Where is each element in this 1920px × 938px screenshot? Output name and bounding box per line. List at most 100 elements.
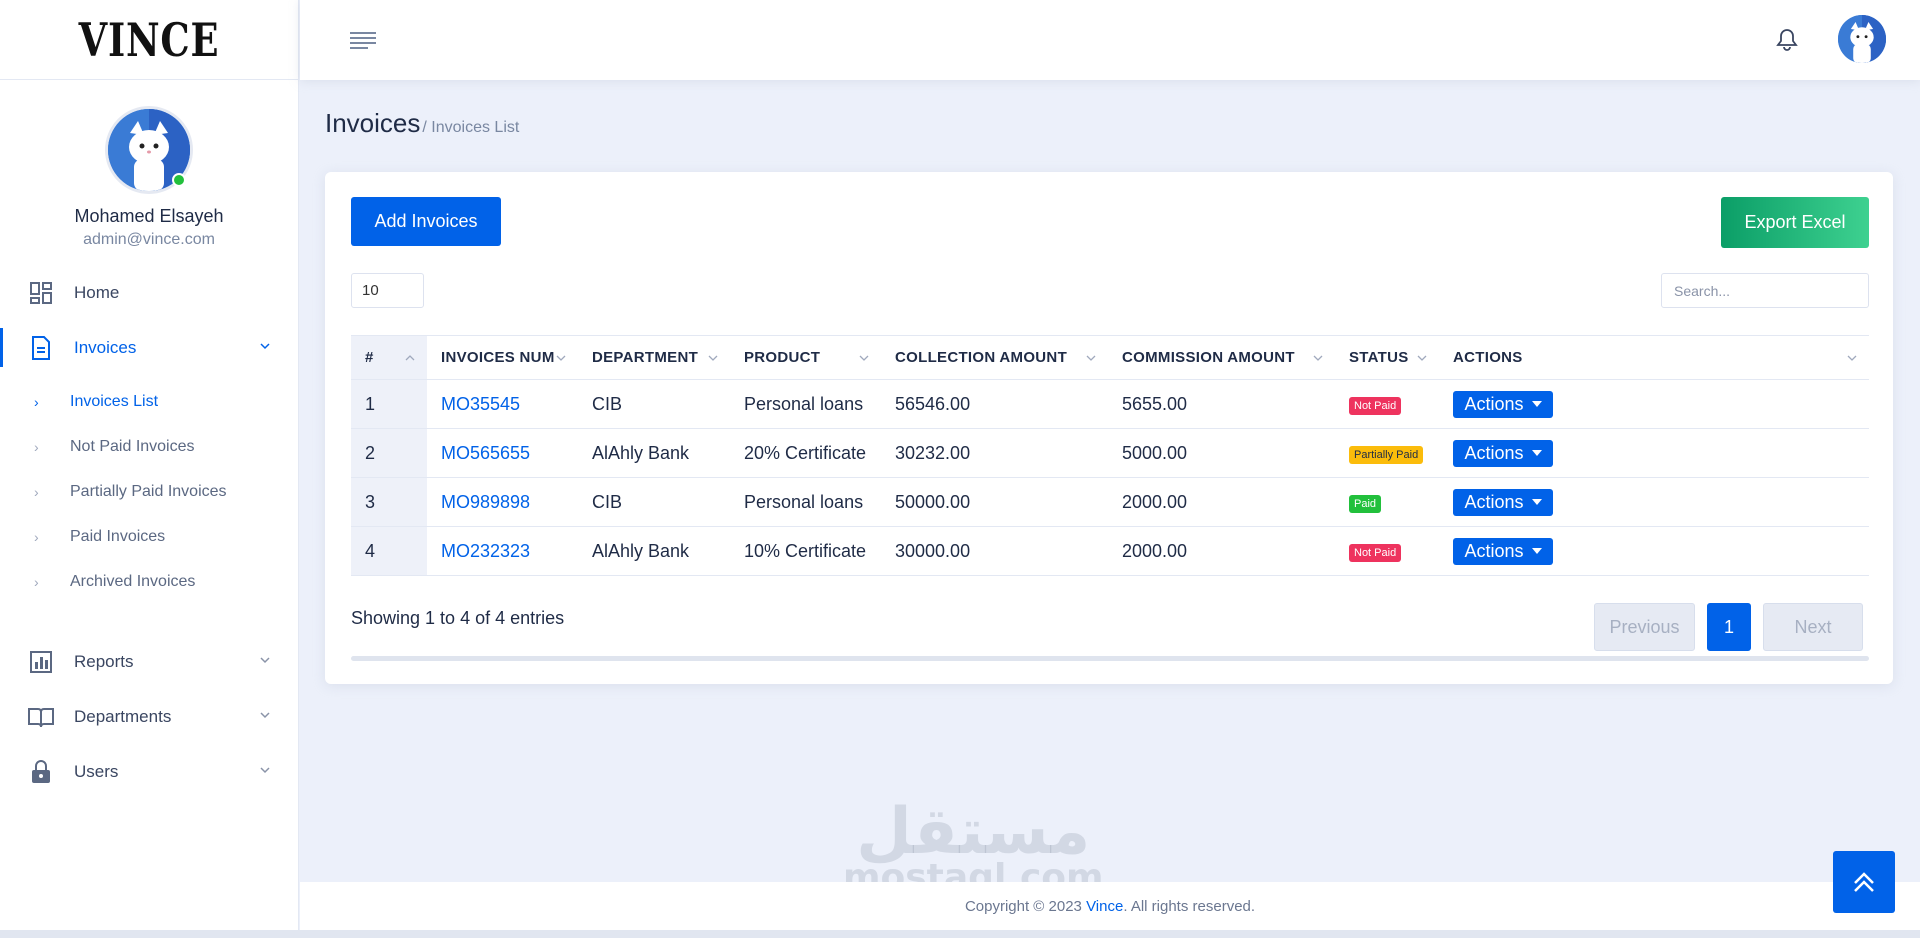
sidebar-subitem-archived[interactable]: › Archived Invoices [0, 559, 298, 604]
invoice-link[interactable]: MO35545 [441, 394, 520, 414]
horizontal-scrollbar[interactable] [351, 656, 1869, 661]
cell-invoice-num: MO35545 [427, 379, 578, 429]
next-page-button[interactable]: Next [1763, 603, 1863, 651]
notification-bell-icon[interactable] [1776, 28, 1798, 52]
sidebar-item-home[interactable]: Home [0, 265, 298, 320]
chevron-down-icon [260, 657, 270, 664]
column-header-actions[interactable]: ACTIONS [1439, 335, 1869, 380]
cell-invoice-num: MO565655 [427, 428, 578, 478]
hamburger-menu-icon[interactable] [350, 30, 376, 50]
lock-icon [28, 759, 54, 785]
page-title-text: Invoices [325, 108, 421, 138]
invoice-link[interactable]: MO232323 [441, 541, 530, 561]
sort-down-icon [1086, 355, 1096, 361]
profile-name: Mohamed Elsayeh [74, 206, 224, 226]
cell-collection-amount: 30232.00 [881, 428, 1108, 478]
cell-actions: Actions [1439, 526, 1869, 576]
pagination: Previous 1 Next [1594, 603, 1863, 651]
page-length-select[interactable]: 10 [351, 273, 424, 308]
sidebar-subitem-paid[interactable]: › Paid Invoices [0, 514, 298, 559]
cell-invoice-num: MO989898 [427, 477, 578, 527]
status-badge: Partially Paid [1349, 446, 1424, 464]
cat-avatar-icon [1838, 15, 1886, 63]
footer-copyright: Copyright © 2023 [964, 897, 1087, 915]
cell-status: Paid [1335, 477, 1439, 527]
sidebar-subitem-not-paid[interactable]: › Not Paid Invoices [0, 424, 298, 469]
invoice-link[interactable]: MO565655 [441, 443, 530, 463]
invoices-card: Add Invoices Export Excel 10 # INVOICES … [325, 172, 1893, 684]
double-chevron-up-icon [1854, 872, 1874, 892]
invoice-link[interactable]: MO989898 [441, 492, 530, 512]
sidebar-subitem-partially-paid[interactable]: › Partially Paid Invoices [0, 469, 298, 514]
sidebar-subitem-label: Invoices List [70, 392, 159, 410]
actions-dropdown-button[interactable]: Actions [1453, 488, 1553, 516]
column-header-department[interactable]: DEPARTMENT [578, 335, 730, 380]
sort-down-icon [1313, 355, 1323, 361]
cell-collection-amount: 30000.00 [881, 526, 1108, 576]
sidebar-item-users[interactable]: Users [0, 744, 298, 799]
sidebar-subitem-label: Paid Invoices [70, 527, 166, 545]
sidebar-item-label: Invoices [74, 337, 137, 357]
actions-dropdown-button[interactable]: Actions [1453, 537, 1553, 565]
column-header-status[interactable]: STATUS [1335, 335, 1439, 380]
cell-commission-amount: 5000.00 [1108, 428, 1335, 478]
cell-invoice-num: MO232323 [427, 526, 578, 576]
table-row: 3 MO989898 CIB Personal loans 50000.00 2… [351, 477, 1869, 527]
search-input[interactable] [1661, 273, 1869, 308]
status-badge: Not Paid [1349, 544, 1402, 562]
app-logo[interactable]: VINCE [79, 13, 220, 67]
add-invoices-button[interactable]: Add Invoices [351, 197, 501, 246]
top-header [300, 0, 1920, 80]
invoices-submenu: › Invoices List › Not Paid Invoices › Pa… [0, 375, 298, 614]
cell-actions: Actions [1439, 477, 1869, 527]
sidebar-item-departments[interactable]: Departments [0, 689, 298, 744]
sort-down-icon [859, 355, 869, 361]
chevron-right-icon: › [34, 393, 39, 410]
sidebar-item-invoices[interactable]: Invoices [0, 320, 298, 375]
cell-status: Not Paid [1335, 526, 1439, 576]
cell-collection-amount: 56546.00 [881, 379, 1108, 429]
book-icon [28, 704, 54, 730]
column-header-commission-amount[interactable]: COMMISSION AMOUNT [1108, 335, 1335, 380]
profile-email: admin@vince.com [83, 231, 215, 248]
footer-brand-link[interactable]: Vince [1086, 898, 1123, 915]
sidebar-subitem-label: Partially Paid Invoices [70, 482, 227, 500]
cell-commission-amount: 5655.00 [1108, 379, 1335, 429]
table-info: Showing 1 to 4 of 4 entries [351, 608, 565, 628]
profile: Mohamed Elsayeh admin@vince.com [0, 80, 298, 249]
cell-product: Personal loans [730, 477, 881, 527]
column-header-number[interactable]: # [351, 335, 427, 380]
export-excel-button[interactable]: Export Excel [1721, 197, 1869, 248]
cell-product: 10% Certificate [730, 526, 881, 576]
cell-actions: Actions [1439, 379, 1869, 429]
previous-page-button[interactable]: Previous [1594, 603, 1695, 651]
cell-department: CIB [578, 379, 730, 429]
actions-dropdown-button[interactable]: Actions [1453, 390, 1553, 418]
cell-status: Not Paid [1335, 379, 1439, 429]
cell-product: Personal loans [730, 379, 881, 429]
footer: Copyright © 2023 Vince. All rights reser… [300, 882, 1920, 930]
cell-number: 2 [351, 428, 427, 478]
avatar[interactable] [105, 106, 193, 194]
caret-down-icon [1531, 548, 1542, 554]
column-header-invoice-num[interactable]: INVOICES NUM [427, 335, 578, 380]
online-status-dot [172, 173, 186, 187]
sidebar-subitem-label: Archived Invoices [70, 572, 196, 590]
cell-department: AlAhly Bank [578, 526, 730, 576]
actions-dropdown-button[interactable]: Actions [1453, 439, 1553, 467]
header-avatar[interactable] [1838, 15, 1886, 63]
chevron-right-icon: › [34, 573, 39, 590]
cell-department: CIB [578, 477, 730, 527]
column-header-product[interactable]: PRODUCT [730, 335, 881, 380]
column-header-collection-amount[interactable]: COLLECTION AMOUNT [881, 335, 1108, 380]
cell-commission-amount: 2000.00 [1108, 477, 1335, 527]
page-1-button[interactable]: 1 [1707, 603, 1751, 651]
back-to-top-button[interactable] [1833, 851, 1895, 913]
sidebar-item-label: Departments [74, 706, 172, 726]
sidebar-subitem-invoices-list[interactable]: › Invoices List [0, 379, 298, 424]
breadcrumb: / Invoices List [422, 119, 520, 136]
cell-actions: Actions [1439, 428, 1869, 478]
sidebar-item-reports[interactable]: Reports [0, 634, 298, 689]
cell-collection-amount: 50000.00 [881, 477, 1108, 527]
sidebar-item-label: Users [74, 761, 119, 781]
